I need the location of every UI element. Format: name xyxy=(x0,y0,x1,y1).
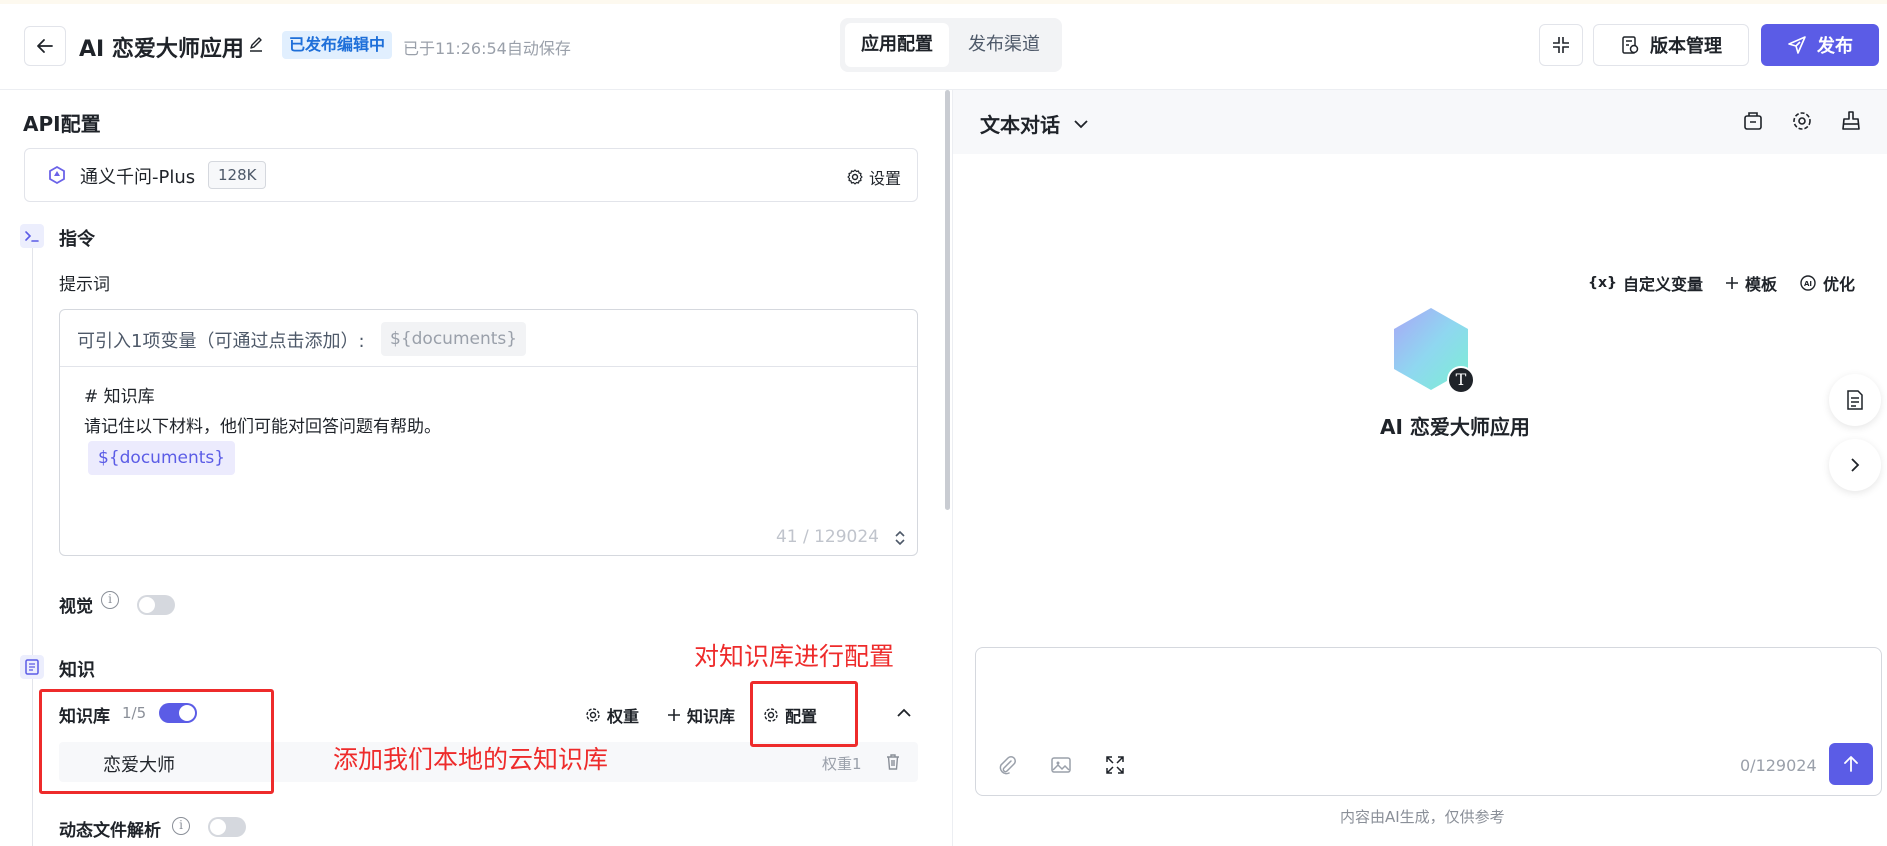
chevron-down-icon xyxy=(1074,119,1088,128)
template-label: 模板 xyxy=(1744,275,1777,294)
trash-icon[interactable] xyxy=(885,753,901,771)
add-knowledge-base-label: 知识库 xyxy=(687,707,736,726)
status-badge: 已发布编辑中 xyxy=(282,31,393,59)
gear-icon xyxy=(586,708,600,722)
context-length-badge: 128K xyxy=(208,161,267,189)
prompt-toolbar: {x} 自定义变量 模板 AI 优化 xyxy=(1588,271,1855,295)
knowledge-section-title: 知识 xyxy=(59,660,95,681)
prompt-editor[interactable]: 可引入1项变量（可通过点击添加）: ${documents} # 知识库 请记住… xyxy=(59,309,918,556)
optimize-label: 优化 xyxy=(1822,275,1855,294)
publish-button[interactable]: 发布 xyxy=(1761,24,1879,66)
gear-icon xyxy=(847,169,863,185)
ai-optimize-icon: AI xyxy=(1800,275,1816,291)
prompt-text[interactable]: # 知识库 请记住以下材料，他们可能对回答问题有帮助。 xyxy=(84,382,441,442)
info-icon[interactable]: i xyxy=(101,591,119,609)
clear-history-icon[interactable] xyxy=(1742,110,1764,132)
plus-icon xyxy=(668,709,681,721)
custom-variable-button[interactable]: {x} 自定义变量 xyxy=(1588,271,1703,295)
dynamic-file-parse-toggle[interactable] xyxy=(208,817,246,837)
version-management-button[interactable]: 版本管理 xyxy=(1593,24,1749,66)
chat-mode-label: 文本对话 xyxy=(980,113,1060,137)
model-selector[interactable]: 通义千问-Plus 128K 设置 xyxy=(24,148,918,202)
optimize-button[interactable]: AI 优化 xyxy=(1799,271,1855,295)
collapse-button[interactable] xyxy=(1539,24,1583,66)
weight-button[interactable]: 权重 xyxy=(585,703,639,727)
variable-hint: 可引入1项变量（可通过点击添加）: xyxy=(77,331,365,352)
prompt-char-count: 41 / 129024 xyxy=(775,527,879,547)
terminal-icon xyxy=(20,224,44,248)
plus-icon xyxy=(1725,277,1738,289)
annotation-box-config xyxy=(750,681,858,747)
chat-mode-selector[interactable]: 文本对话 xyxy=(980,109,1090,138)
prompt-variable-bar: 可引入1项变量（可通过点击添加）: ${documents} xyxy=(60,310,917,367)
top-bar: AI 恋爱大师应用 已发布编辑中 已于11:26:54自动保存 应用配置 发布渠… xyxy=(0,0,1887,90)
instruction-section-title: 指令 xyxy=(59,229,95,250)
template-button[interactable]: 模板 xyxy=(1725,271,1777,295)
version-icon xyxy=(1622,36,1639,54)
prompt-line-1: # 知识库 xyxy=(84,387,155,407)
model-settings-label: 设置 xyxy=(868,169,901,188)
fullscreen-icon[interactable] xyxy=(1104,754,1126,776)
chevron-right-icon xyxy=(1851,458,1860,472)
expand-icon[interactable] xyxy=(893,529,907,547)
add-knowledge-base-button[interactable]: 知识库 xyxy=(667,703,735,727)
send-icon xyxy=(1788,36,1806,54)
documents-inline-chip: ${documents} xyxy=(88,441,236,475)
annotation-box-knowledge-base xyxy=(39,689,274,794)
arrow-left-icon xyxy=(37,39,53,53)
variable-icon: {x} xyxy=(1587,275,1617,291)
top-strip xyxy=(0,0,1887,4)
weight-label: 权重 xyxy=(607,707,640,726)
version-label: 版本管理 xyxy=(1650,36,1722,57)
svg-text:AI: AI xyxy=(1804,280,1812,288)
info-icon[interactable]: i xyxy=(172,817,190,835)
send-button[interactable] xyxy=(1829,743,1873,785)
collapse-icon xyxy=(1553,37,1569,53)
back-button[interactable] xyxy=(24,26,66,66)
document-icon xyxy=(1847,390,1863,410)
ai-disclaimer: 内容由AI生成，仅供参考 xyxy=(1340,808,1505,826)
knowledge-base-weight: 权重1 xyxy=(822,755,862,773)
config-tabs: 应用配置 发布渠道 xyxy=(840,18,1062,72)
qwen-model-icon xyxy=(49,165,65,185)
image-icon[interactable] xyxy=(1050,754,1072,776)
api-section-title: API配置 xyxy=(23,112,101,136)
config-scrollbar[interactable] xyxy=(945,90,950,510)
settings-icon[interactable] xyxy=(1791,110,1813,132)
input-char-count: 0/129024 xyxy=(1740,756,1817,775)
arrow-up-icon xyxy=(1844,756,1858,772)
document-fab[interactable] xyxy=(1829,374,1881,426)
broom-icon[interactable] xyxy=(1840,110,1862,132)
chevron-up-icon[interactable] xyxy=(895,704,913,722)
bot-name: AI 恋爱大师应用 xyxy=(1380,415,1530,439)
attachment-icon[interactable] xyxy=(996,754,1018,776)
avatar-badge: T xyxy=(1447,366,1475,394)
prompt-line-2: 请记住以下材料，他们可能对回答问题有帮助。 xyxy=(84,417,441,437)
app-title: AI 恋爱大师应用 xyxy=(79,37,244,62)
dynamic-file-parse-label: 动态文件解析 xyxy=(59,821,161,841)
prompt-label: 提示词 xyxy=(59,275,110,295)
edit-icon[interactable] xyxy=(247,36,265,54)
autosave-text: 已于11:26:54自动保存 xyxy=(403,39,571,58)
section-guide-line xyxy=(32,246,33,846)
panel-divider xyxy=(952,90,953,846)
vision-toggle[interactable] xyxy=(137,595,175,615)
publish-label: 发布 xyxy=(1817,36,1853,57)
model-name: 通义千问-Plus xyxy=(80,167,196,188)
model-settings-button[interactable]: 设置 xyxy=(847,165,901,189)
expand-panel-fab[interactable] xyxy=(1829,439,1881,491)
tab-publish-channels[interactable]: 发布渠道 xyxy=(951,23,1057,67)
annotation-add-note: 添加我们本地的云知识库 xyxy=(333,745,609,774)
tab-app-config[interactable]: 应用配置 xyxy=(845,23,949,67)
annotation-config-note: 对知识库进行配置 xyxy=(694,642,895,671)
knowledge-icon xyxy=(20,655,44,679)
documents-variable-chip[interactable]: ${documents} xyxy=(381,322,527,356)
custom-variable-label: 自定义变量 xyxy=(1622,275,1703,294)
vision-label: 视觉 xyxy=(59,597,93,617)
